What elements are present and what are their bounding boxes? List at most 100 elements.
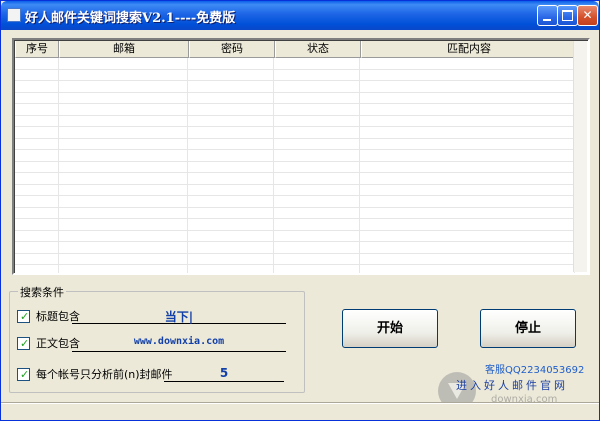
table-row[interactable] xyxy=(15,69,575,81)
subject-input[interactable]: 当下| xyxy=(72,308,286,324)
table-cell xyxy=(360,69,575,80)
table-cell xyxy=(15,219,59,230)
maximize-button[interactable] xyxy=(557,5,578,26)
table-cell xyxy=(59,104,189,115)
official-site-link[interactable]: 进入好人邮件官网 xyxy=(456,377,568,393)
table-row[interactable] xyxy=(15,219,575,231)
table-cell xyxy=(188,127,275,138)
table-cell xyxy=(15,230,59,241)
window-title: 好人邮件关键词搜索V2.1----免费版 xyxy=(25,11,236,26)
table-cell xyxy=(59,69,189,80)
table-cell xyxy=(59,127,189,138)
table-cell xyxy=(360,242,575,253)
table-row[interactable] xyxy=(15,207,575,219)
table-cell xyxy=(188,253,275,264)
table-row[interactable] xyxy=(15,150,575,162)
table-cell xyxy=(15,173,59,184)
table-cell xyxy=(15,207,59,218)
table-cell xyxy=(360,219,575,230)
table-cell xyxy=(274,104,360,115)
table-cell xyxy=(59,207,189,218)
start-button[interactable]: 开始 xyxy=(342,309,438,348)
support-qq-link[interactable]: 客服QQ2234053692 xyxy=(485,361,584,376)
column-header-email[interactable]: 邮箱 xyxy=(59,41,189,58)
table-cell xyxy=(15,104,59,115)
table-row[interactable] xyxy=(15,127,575,139)
table-cell xyxy=(188,173,275,184)
table-cell xyxy=(274,81,360,92)
table-cell xyxy=(274,58,360,69)
table-row[interactable] xyxy=(15,242,575,254)
table-cell xyxy=(274,219,360,230)
table-cell xyxy=(59,242,189,253)
table-cell xyxy=(274,196,360,207)
table-row[interactable] xyxy=(15,115,575,127)
body-input[interactable]: www.downxia.com xyxy=(72,336,286,352)
table-row[interactable] xyxy=(15,161,575,173)
results-list[interactable]: 序号 邮箱 密码 状态 匹配内容 xyxy=(12,38,590,275)
table-cell xyxy=(15,161,59,172)
table-row[interactable] xyxy=(15,196,575,208)
table-row[interactable] xyxy=(15,58,575,70)
table-row[interactable] xyxy=(15,253,575,265)
table-cell xyxy=(360,253,575,264)
table-cell xyxy=(15,242,59,253)
table-cell xyxy=(15,196,59,207)
table-cell xyxy=(59,81,189,92)
table-cell xyxy=(15,138,59,149)
table-row[interactable] xyxy=(15,81,575,93)
table-cell xyxy=(188,92,275,103)
limit-checkbox[interactable]: ✓ xyxy=(17,367,30,381)
table-cell xyxy=(360,265,575,273)
table-cell xyxy=(15,92,59,103)
body-condition-row: ✓ 正文包含 xyxy=(17,336,80,350)
subject-checkbox[interactable]: ✓ xyxy=(17,309,30,323)
table-row[interactable] xyxy=(15,92,575,104)
table-row[interactable] xyxy=(15,138,575,150)
title-bar[interactable]: 好人邮件关键词搜索V2.1----免费版 ✕ xyxy=(1,1,599,30)
table-row[interactable] xyxy=(15,173,575,185)
table-cell xyxy=(59,219,189,230)
column-header-index[interactable]: 序号 xyxy=(15,41,59,58)
limit-input[interactable]: 5 xyxy=(164,366,284,382)
table-cell xyxy=(360,196,575,207)
table-row[interactable] xyxy=(15,230,575,242)
column-header-status[interactable]: 状态 xyxy=(275,41,361,58)
table-cell xyxy=(360,92,575,103)
table-cell xyxy=(59,196,189,207)
table-cell xyxy=(188,138,275,149)
table-row[interactable] xyxy=(15,104,575,116)
app-icon xyxy=(7,8,21,22)
table-row[interactable] xyxy=(15,184,575,196)
minimize-icon xyxy=(543,19,551,21)
minimize-button[interactable] xyxy=(537,5,558,26)
table-cell xyxy=(188,219,275,230)
table-cell xyxy=(59,138,189,149)
limit-condition-row: ✓ 每个帐号只分析前(n)封邮件 xyxy=(17,367,173,381)
body-checkbox[interactable]: ✓ xyxy=(17,336,30,350)
table-cell xyxy=(274,92,360,103)
table-cell xyxy=(15,253,59,264)
table-cell xyxy=(360,104,575,115)
table-cell xyxy=(360,184,575,195)
table-cell xyxy=(59,92,189,103)
stop-button[interactable]: 停止 xyxy=(480,309,576,348)
vertical-scrollbar[interactable] xyxy=(573,41,587,272)
table-cell xyxy=(15,184,59,195)
table-cell xyxy=(15,150,59,161)
table-cell xyxy=(360,58,575,69)
table-cell xyxy=(274,265,360,273)
close-button[interactable]: ✕ xyxy=(577,5,598,26)
table-cell xyxy=(274,150,360,161)
maximize-icon xyxy=(562,10,573,21)
column-header-match[interactable]: 匹配内容 xyxy=(361,41,577,58)
group-label: 搜索条件 xyxy=(18,284,66,300)
table-cell xyxy=(188,184,275,195)
table-row[interactable] xyxy=(15,265,575,273)
column-header-password[interactable]: 密码 xyxy=(189,41,275,58)
checkmark-icon: ✓ xyxy=(20,336,30,350)
table-cell xyxy=(59,230,189,241)
app-window: 好人邮件关键词搜索V2.1----免费版 ✕ 序号 邮箱 密码 状态 匹配内容 … xyxy=(0,0,600,421)
table-cell xyxy=(188,58,275,69)
table-cell xyxy=(188,161,275,172)
